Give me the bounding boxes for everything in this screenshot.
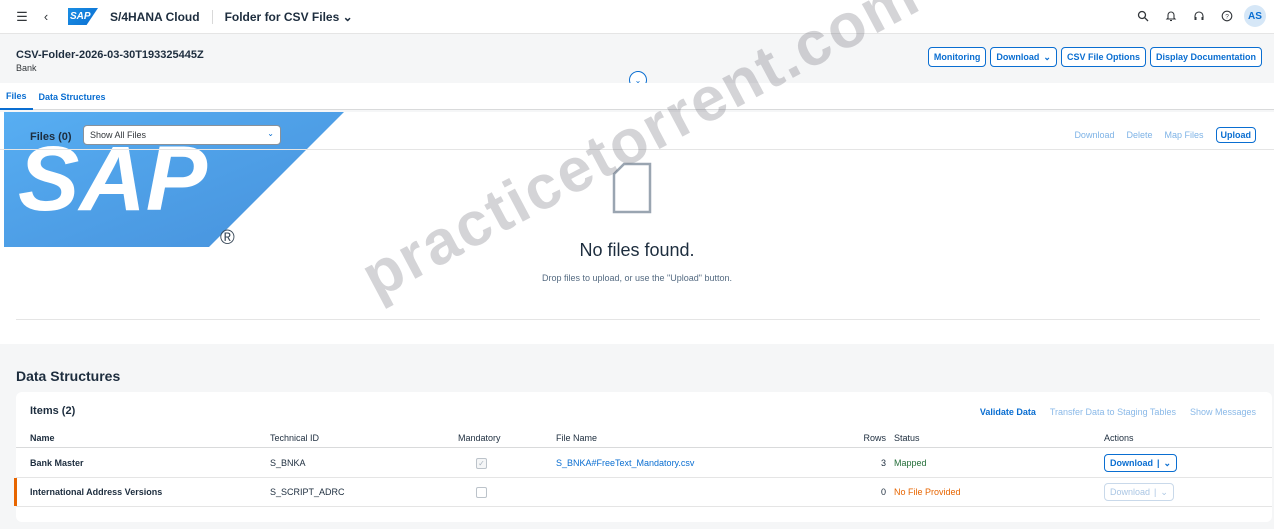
header-actions: Monitoring Download ⌄ CSV File Options Di… xyxy=(927,47,1262,67)
delete-files-button[interactable]: Delete xyxy=(1126,130,1152,140)
validate-data-button[interactable]: Validate Data xyxy=(980,407,1036,417)
check-icon: ✓ xyxy=(476,457,487,469)
data-structures-heading: Data Structures xyxy=(16,368,121,384)
column-header-mandatory[interactable]: Mandatory xyxy=(458,428,501,447)
tab-data-structures[interactable]: Data Structures xyxy=(33,83,112,110)
separator: | xyxy=(1154,487,1157,497)
chevron-down-icon: ⌄ xyxy=(267,129,274,138)
column-header-actions: Actions xyxy=(1104,432,1134,443)
empty-state-text: Drop files to upload, or use the "Upload… xyxy=(541,273,732,283)
row-download-button[interactable]: Download | ⌄ xyxy=(1104,454,1178,472)
tab-files[interactable]: Files xyxy=(0,83,33,110)
help-icon[interactable]: ? xyxy=(1216,5,1238,27)
file-filter-value: Show All Files xyxy=(90,130,147,140)
map-files-button[interactable]: Map Files xyxy=(1164,130,1203,140)
row-highlight xyxy=(14,478,17,506)
tab-bar: Files Data Structures xyxy=(0,83,1274,110)
product-name[interactable]: S/4HANA Cloud xyxy=(110,9,213,24)
column-header-technical-id[interactable]: Technical ID xyxy=(270,428,319,447)
separator: | xyxy=(1157,458,1160,468)
column-header-status[interactable]: Status xyxy=(894,428,920,447)
app-title-menu[interactable]: Folder for CSV Files ⌄ xyxy=(225,10,353,24)
column-header-name[interactable]: Name xyxy=(30,428,55,447)
row-download-button[interactable]: Download | ⌄ xyxy=(1104,483,1174,501)
files-count-title: Files (0) xyxy=(30,131,72,143)
status-text: No File Provided xyxy=(894,487,961,497)
items-count-title: Items (2) xyxy=(30,405,76,417)
shell-bar: ☰ ‹ SAP S/4HANA Cloud Folder for CSV Fil… xyxy=(0,0,1274,34)
download-menu-button[interactable]: Download ⌄ xyxy=(990,47,1057,67)
files-panel: SAP ® Files (0) Show All Files ⌄ Download… xyxy=(0,112,1274,344)
menu-icon[interactable]: ☰ xyxy=(10,5,34,29)
avatar[interactable]: AS xyxy=(1244,5,1266,27)
csv-file-options-button[interactable]: CSV File Options xyxy=(1060,47,1146,67)
row-count: 3 xyxy=(880,458,886,468)
column-header-rows[interactable]: Rows xyxy=(862,428,886,447)
bell-icon[interactable] xyxy=(1160,5,1182,27)
chevron-down-icon: ⌄ xyxy=(342,9,353,24)
table-header: Name Technical ID Mandatory File Name Ro… xyxy=(16,428,1272,448)
data-structures-panel: Items (2) Validate Data Transfer Data to… xyxy=(14,392,1272,522)
monitoring-button[interactable]: Monitoring xyxy=(927,47,987,67)
row-technical-id: S_BNKA xyxy=(270,458,306,468)
row-actions: Download | ⌄ xyxy=(1104,449,1178,477)
chevron-down-icon[interactable]: ⌄ xyxy=(1164,458,1172,469)
empty-state-title: No files found. xyxy=(579,240,695,260)
sap-logo[interactable]: SAP xyxy=(68,8,98,25)
row-name: Bank Master xyxy=(30,458,84,468)
files-actions: Download Delete Map Files Upload xyxy=(1074,127,1256,143)
headset-icon[interactable] xyxy=(1188,5,1210,27)
display-documentation-button[interactable]: Display Documentation xyxy=(1149,47,1262,67)
transfer-data-button[interactable]: Transfer Data to Staging Tables xyxy=(1050,407,1176,417)
upload-button[interactable]: Upload xyxy=(1215,127,1256,143)
chevron-down-icon[interactable]: ⌄ xyxy=(1160,487,1168,498)
mandatory-checkbox: ✓ xyxy=(476,449,487,477)
row-actions: Download | ⌄ xyxy=(1104,478,1174,506)
show-messages-button[interactable]: Show Messages xyxy=(1190,407,1256,417)
page-title: CSV-Folder-2026-03-30T193325445Z xyxy=(16,49,204,61)
row-download-label: Download xyxy=(1110,487,1151,497)
search-icon[interactable] xyxy=(1132,5,1154,27)
page-subtitle: Bank xyxy=(16,63,37,73)
status-text: Mapped xyxy=(894,458,927,468)
row-name: International Address Versions xyxy=(30,487,163,497)
download-files-button[interactable]: Download xyxy=(1074,130,1114,140)
shell-actions: ? AS xyxy=(1132,5,1266,27)
table-row[interactable]: Bank Master S_BNKA ✓ S_BNKA#FreeText_Man… xyxy=(16,449,1272,478)
row-count: 0 xyxy=(880,487,886,497)
table-row[interactable]: International Address Versions S_SCRIPT_… xyxy=(14,478,1272,507)
mandatory-checkbox xyxy=(476,478,487,506)
file-name-link[interactable]: S_BNKA#FreeText_Mandatory.csv xyxy=(556,449,694,477)
row-technical-id: S_SCRIPT_ADRC xyxy=(270,487,345,497)
back-icon[interactable]: ‹ xyxy=(34,5,58,29)
file-filter-select[interactable]: Show All Files ⌄ xyxy=(83,125,281,145)
app-title: Folder for CSV Files xyxy=(224,9,340,24)
chevron-down-icon: ⌄ xyxy=(1043,51,1051,62)
data-structures-actions: Validate Data Transfer Data to Staging T… xyxy=(980,407,1256,417)
files-toolbar: Files (0) Show All Files ⌄ Download Delet… xyxy=(0,122,1274,150)
download-label: Download xyxy=(996,52,1040,62)
divider xyxy=(16,319,1260,320)
svg-text:?: ? xyxy=(1225,13,1229,20)
column-header-file-name[interactable]: File Name xyxy=(556,428,597,447)
document-icon xyxy=(612,162,652,217)
row-download-label: Download xyxy=(1110,458,1153,468)
